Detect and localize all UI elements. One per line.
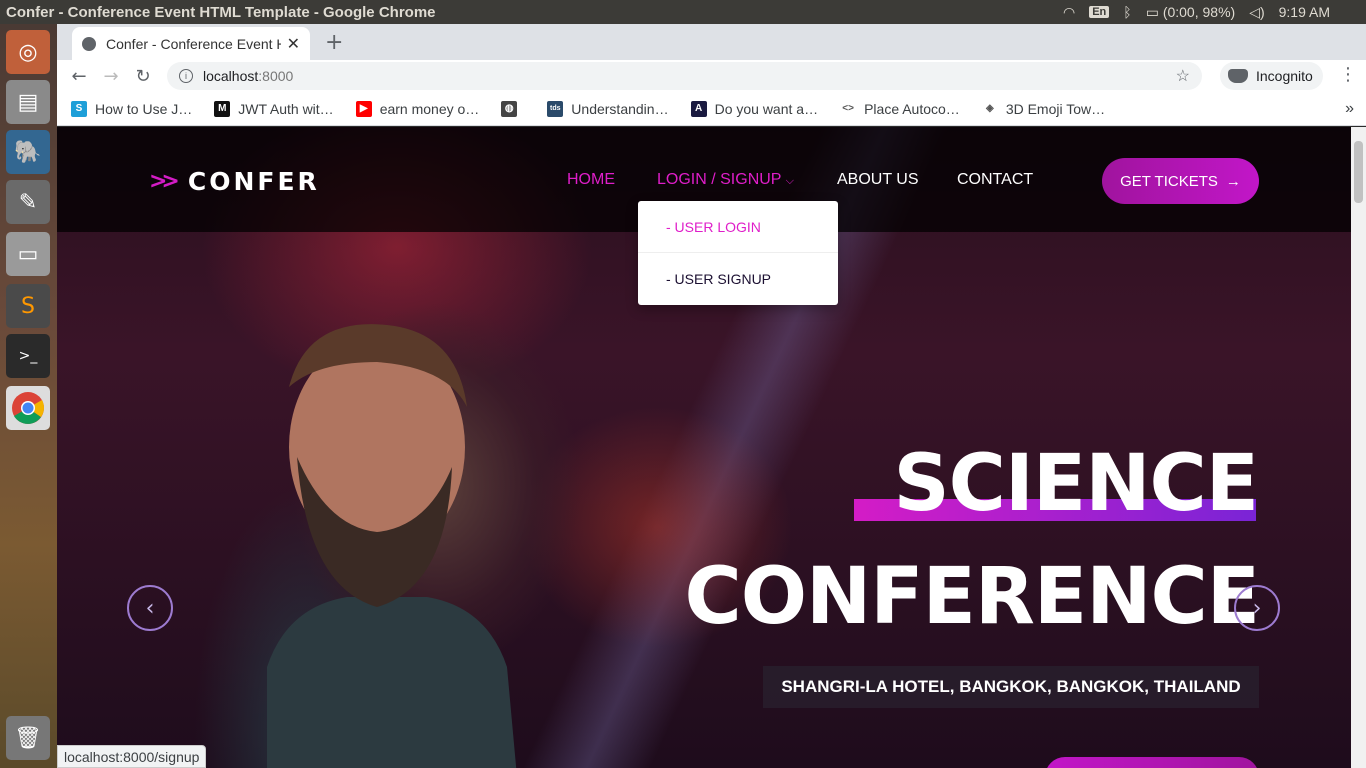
tab-strip: Confer - Conference Event HTML Template … [57,24,1366,60]
bookmark-label: 3D Emoji Tow… [1005,100,1106,117]
chrome-icon[interactable] [6,386,50,430]
globe-icon [82,36,96,51]
dropdown-item-user-signup[interactable]: - USER SIGNUP [638,253,838,305]
carousel-next-button[interactable]: › [1234,585,1280,631]
incognito-label: Incognito [1256,68,1313,84]
arrow-right-icon: → [1225,172,1241,190]
disk-icon[interactable]: ▭ [6,232,50,276]
bookmark-item[interactable]: <> Place Autoco… [840,100,960,117]
dropdown-item-user-login[interactable]: - USER LOGIN [638,201,838,253]
bookmark-item[interactable]: ◈ 3D Emoji Tow… [981,100,1106,117]
browser-tab[interactable]: Confer - Conference Event HTML Template … [72,27,310,60]
nav-login-signup[interactable]: LOGIN / SIGNUP ⌵ [657,171,794,189]
bookmark-star-icon[interactable]: ☆ [1176,66,1190,86]
hero-title-line1: SCIENCE [893,439,1259,529]
bookmark-label: Understandin… [571,100,669,117]
website-viewport: >> CONFER HOME LOGIN / SIGNUP ⌵ ABOUT US… [57,127,1351,768]
tab-title: Confer - Conference Event HTML Template [106,35,281,52]
bookmark-favicon-icon: ◈ [981,100,998,117]
link-status-bar: localhost:8000/signup [57,745,207,768]
chevron-left-icon: ‹ [145,595,155,621]
bookmark-favicon-icon: S [71,100,87,117]
nav-home[interactable]: HOME [567,171,615,189]
trash-icon[interactable]: 🗑 [6,716,50,760]
battery-icon: ▭ [1145,3,1159,20]
get-tickets-button[interactable]: GET TICKETS → [1102,158,1259,204]
new-tab-button[interactable]: + [325,30,343,55]
volume-icon[interactable]: ◁) [1249,4,1264,21]
ubuntu-dash-icon[interactable]: ◎ [6,30,50,74]
scrollbar-thumb[interactable] [1354,141,1363,203]
bookmark-label: JWT Auth wit… [238,100,334,117]
keyboard-layout-indicator[interactable]: En [1089,6,1110,18]
bookmark-favicon-icon: ◍ [501,100,518,117]
address-bar[interactable]: i localhost:8000 ☆ [167,62,1202,90]
reload-button[interactable]: ↻ [127,66,159,87]
nav-contact[interactable]: CONTACT [957,171,1033,189]
back-button[interactable]: ← [63,66,95,87]
bookmark-favicon-icon: <> [840,100,857,117]
logo-text: CONFER [187,167,320,196]
os-top-panel: Confer - Conference Event HTML Template … [0,0,1366,24]
bookmarks-bar: S How to Use J… M JWT Auth wit… ▶ earn money … [57,92,1366,126]
bookmark-item[interactable]: tds Understandin… [547,100,669,117]
bookmark-label: How to Use J… [95,100,193,117]
url-host: localhost [203,68,259,84]
bluetooth-icon[interactable]: ᛒ [1123,4,1131,20]
color-picker-icon[interactable]: ✎ [6,180,50,224]
hero-cta-button[interactable] [1045,757,1259,768]
login-signup-dropdown: - USER LOGIN - USER SIGNUP [638,201,838,305]
forward-button[interactable]: → [95,66,127,87]
close-tab-icon[interactable]: ✕ [287,34,300,54]
speaker-photo [267,324,517,768]
bookmark-item[interactable]: ◍ [501,100,525,117]
chevron-right-icon: › [1252,595,1262,621]
bookmark-label: earn money o… [379,100,480,117]
wifi-icon[interactable]: ◠ [1063,4,1075,21]
incognito-indicator[interactable]: Incognito [1220,62,1323,90]
browser-toolbar: ← → ↻ i localhost:8000 ☆ Incognito ⋮ [57,60,1366,92]
battery-text: (0:00, 98%) [1162,3,1236,20]
logo-chevrons-icon: >> [149,169,180,194]
venue-label: SHANGRI-LA HOTEL, BANGKOK, BANGKOK, THAI… [763,666,1259,708]
nav-about-us[interactable]: ABOUT US [837,171,919,189]
bookmark-favicon-icon: ▶ [355,100,372,117]
system-tray: ◠ En ᛒ ▭ (0:00, 98%) ◁) 9:19 AM [1063,4,1366,21]
bookmark-item[interactable]: A Do you want a… [690,100,819,117]
incognito-icon [1228,69,1248,83]
hero-title-line2: CONFERENCE [684,552,1260,642]
bookmark-favicon-icon: tds [547,100,564,117]
launcher: ◎ ▤ 🐘 ✎ ▭ S >_ 🗑 [0,24,57,768]
bookmark-item[interactable]: S How to Use J… [71,100,193,117]
get-tickets-label: GET TICKETS [1120,172,1218,190]
bookmark-item[interactable]: M JWT Auth wit… [214,100,334,117]
window-title: Confer - Conference Event HTML Template … [6,3,436,21]
postgresql-icon[interactable]: 🐘 [6,130,50,174]
chevron-down-icon: ⌵ [785,175,794,187]
battery-indicator[interactable]: ▭ (0:00, 98%) [1146,4,1236,21]
bookmark-favicon-icon: A [690,100,707,117]
bookmark-label: Do you want a… [714,100,819,117]
terminal-icon[interactable]: >_ [6,334,50,378]
files-icon[interactable]: ▤ [6,80,50,124]
bookmark-label: Place Autoco… [864,100,960,117]
page-scrollbar[interactable] [1351,127,1366,768]
sublime-text-icon[interactable]: S [6,284,50,328]
bookmarks-overflow-icon[interactable]: » [1345,100,1354,118]
site-info-icon[interactable]: i [179,69,193,83]
bookmark-favicon-icon: M [214,100,231,117]
chrome-menu-icon[interactable]: ⋮ [1339,64,1357,85]
carousel-prev-button[interactable]: ‹ [127,585,173,631]
site-logo[interactable]: >> CONFER [149,167,320,196]
nav-login-signup-label: LOGIN / SIGNUP [657,171,782,188]
clock[interactable]: 9:19 AM [1279,4,1330,20]
bookmark-item[interactable]: ▶ earn money o… [355,100,480,117]
url-port: :8000 [258,68,294,84]
